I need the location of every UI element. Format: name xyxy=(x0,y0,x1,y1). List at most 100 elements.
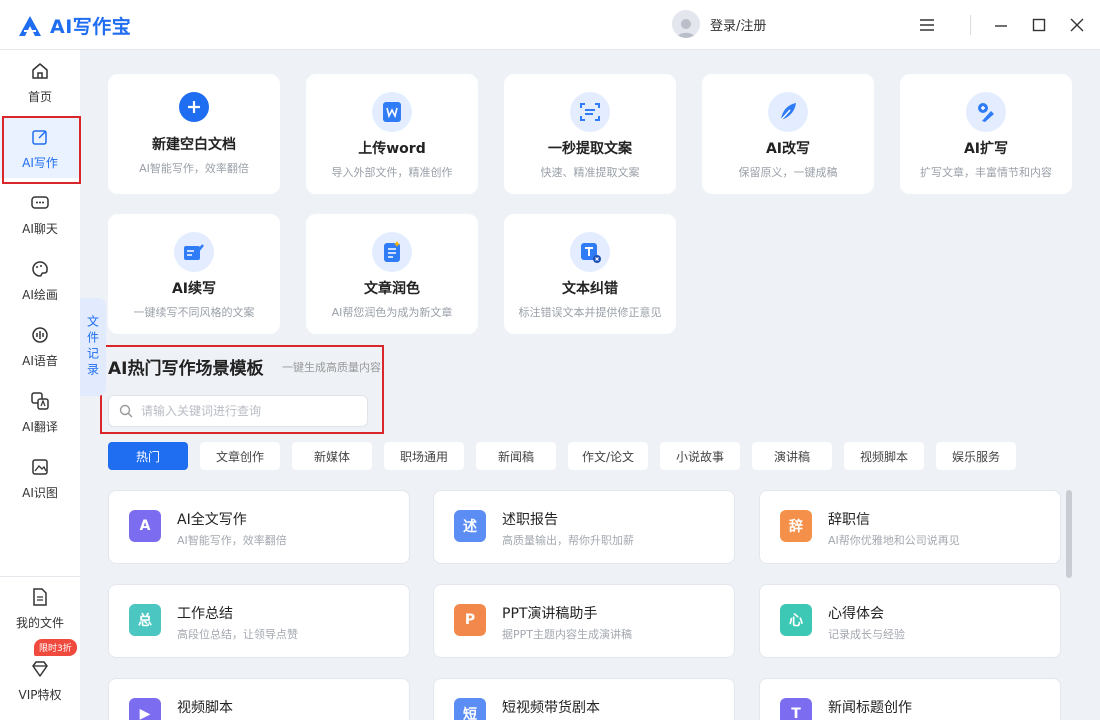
tool-title: 上传word xyxy=(358,141,426,157)
template-icon: ▶ xyxy=(129,698,161,720)
tool-desc: AI帮您润色为成为新文章 xyxy=(331,306,453,319)
plus-icon xyxy=(179,92,209,122)
login-button[interactable]: 登录/注册 xyxy=(672,10,766,38)
template-card[interactable]: 心 心得体会 记录成长与经验 xyxy=(759,584,1061,658)
tool-title: AI续写 xyxy=(171,281,217,297)
file-records-label: 文件记录 xyxy=(85,315,100,379)
chat-icon xyxy=(29,192,51,214)
tool-card-upload-word[interactable]: 上传word 导入外部文件，精准创作 xyxy=(306,74,478,194)
template-icon: 短 xyxy=(454,698,486,720)
sidebar-item-ai-write[interactable]: AI写作 xyxy=(0,118,80,178)
tag-workplace[interactable]: 职场通用 xyxy=(384,442,464,470)
sidebar-item-ai-image[interactable]: AI识图 xyxy=(0,448,80,508)
template-search[interactable] xyxy=(108,395,368,427)
sidebar-item-label: AI聊天 xyxy=(22,221,58,236)
tool-title: AI扩写 xyxy=(963,141,1009,157)
tool-desc: 快速、精准提取文案 xyxy=(540,166,640,179)
sidebar-item-home[interactable]: 首页 xyxy=(0,52,80,112)
file-records-tab[interactable]: 文件记录 xyxy=(80,298,106,396)
sidebar-item-my-files[interactable]: 我的文件 xyxy=(0,578,80,638)
tag-video-script[interactable]: 视频脚本 xyxy=(844,442,924,470)
search-input[interactable] xyxy=(141,404,351,418)
correct-icon xyxy=(570,232,610,272)
translate-icon xyxy=(29,390,51,412)
minimize-icon[interactable] xyxy=(990,14,1012,36)
tool-card-new-doc[interactable]: 新建空白文档 AI智能写作，效率翻倍 xyxy=(108,74,280,194)
title-bar: AI写作宝 登录/注册 xyxy=(0,0,1100,50)
file-icon xyxy=(29,586,51,608)
tag-speech[interactable]: 演讲稿 xyxy=(752,442,832,470)
tool-card-rewrite[interactable]: AI改写 保留原义，一键成稿 xyxy=(702,74,874,194)
sidebar-item-label: AI写作 xyxy=(22,155,58,170)
tag-article[interactable]: 文章创作 xyxy=(200,442,280,470)
word-icon xyxy=(372,92,412,132)
tool-desc: 导入外部文件，精准创作 xyxy=(331,166,453,179)
template-icon: A xyxy=(129,510,161,542)
sidebar-item-label: AI翻译 xyxy=(22,419,58,434)
template-card[interactable]: 述 述职报告 高质量输出，帮你升职加薪 xyxy=(433,490,735,564)
template-title: 工作总结 xyxy=(177,606,233,622)
close-icon[interactable] xyxy=(1066,14,1088,36)
tag-essay[interactable]: 作文/论文 xyxy=(568,442,648,470)
sidebar: 首页 AI写作 AI聊天 AI绘画 AI语音 AI翻译 AI识图 我的文件 VI… xyxy=(0,50,80,720)
tool-title: 文本纠错 xyxy=(562,281,618,297)
image-icon xyxy=(29,456,51,478)
divider xyxy=(970,15,971,35)
template-card[interactable]: 总 工作总结 高段位总结，让领导点赞 xyxy=(108,584,410,658)
template-card[interactable]: T 新闻标题创作 xyxy=(759,678,1061,720)
write-icon xyxy=(29,126,51,148)
template-icon: 述 xyxy=(454,510,486,542)
sidebar-item-label: AI识图 xyxy=(22,485,58,500)
sidebar-item-ai-voice[interactable]: AI语音 xyxy=(0,316,80,376)
template-desc: AI帮你优雅地和公司说再见 xyxy=(828,534,960,547)
tool-card-correct[interactable]: 文本纠错 标注错误文本并提供修正意见 xyxy=(504,214,676,334)
sidebar-item-label: 首页 xyxy=(27,89,52,104)
logo-icon xyxy=(19,15,41,36)
tag-novel[interactable]: 小说故事 xyxy=(660,442,740,470)
tool-desc: 标注错误文本并提供修正意见 xyxy=(518,306,662,319)
template-icon: 总 xyxy=(129,604,161,636)
vip-badge: 限时3折 xyxy=(34,639,77,656)
template-desc: 据PPT主题内容生成演讲稿 xyxy=(502,628,632,641)
tool-card-polish[interactable]: 文章润色 AI帮您润色为成为新文章 xyxy=(306,214,478,334)
palette-icon xyxy=(29,258,51,280)
polish-icon xyxy=(372,232,412,272)
sidebar-item-ai-translate[interactable]: AI翻译 xyxy=(0,382,80,442)
tool-desc: 扩写文章，丰富情节和内容 xyxy=(920,166,1052,179)
tool-card-extract-text[interactable]: 一秒提取文案 快速、精准提取文案 xyxy=(504,74,676,194)
tool-card-continue[interactable]: AI续写 一键续写不同风格的文案 xyxy=(108,214,280,334)
continue-icon xyxy=(174,232,214,272)
login-label: 登录/注册 xyxy=(710,18,767,34)
tool-desc: 一键续写不同风格的文案 xyxy=(133,306,255,319)
template-title: 心得体会 xyxy=(828,606,884,622)
template-title: PPT演讲稿助手 xyxy=(502,606,598,622)
tag-news[interactable]: 新闻稿 xyxy=(476,442,556,470)
template-card[interactable]: A AI全文写作 AI智能写作，效率翻倍 xyxy=(108,490,410,564)
tool-desc: AI智能写作，效率翻倍 xyxy=(139,162,249,175)
sidebar-item-vip[interactable]: VIP特权 xyxy=(0,650,80,710)
scrollbar-thumb[interactable] xyxy=(1066,490,1072,578)
menu-icon[interactable] xyxy=(916,14,938,36)
tool-title: AI改写 xyxy=(765,141,811,157)
template-title: 短视频带货剧本 xyxy=(502,700,600,716)
tag-entertainment[interactable]: 娱乐服务 xyxy=(936,442,1016,470)
template-card[interactable]: ▶ 视频脚本 xyxy=(108,678,410,720)
template-desc: AI智能写作，效率翻倍 xyxy=(177,534,287,547)
template-card[interactable]: 短 短视频带货剧本 xyxy=(433,678,735,720)
sidebar-item-ai-chat[interactable]: AI聊天 xyxy=(0,184,80,244)
tool-title: 文章润色 xyxy=(364,281,420,297)
sidebar-item-label: AI语音 xyxy=(22,353,58,368)
template-card[interactable]: P PPT演讲稿助手 据PPT主题内容生成演讲稿 xyxy=(433,584,735,658)
sidebar-item-ai-paint[interactable]: AI绘画 xyxy=(0,250,80,310)
tag-new-media[interactable]: 新媒体 xyxy=(292,442,372,470)
feather-icon xyxy=(768,92,808,132)
voice-icon xyxy=(29,324,51,346)
sidebar-item-label: AI绘画 xyxy=(22,287,58,302)
template-card[interactable]: 辞 辞职信 AI帮你优雅地和公司说再见 xyxy=(759,490,1061,564)
scan-icon xyxy=(570,92,610,132)
template-title: 辞职信 xyxy=(828,512,870,528)
tool-card-expand[interactable]: AI扩写 扩写文章，丰富情节和内容 xyxy=(900,74,1072,194)
maximize-icon[interactable] xyxy=(1028,14,1050,36)
sidebar-item-label: 我的文件 xyxy=(15,615,64,630)
tag-hot[interactable]: 热门 xyxy=(108,442,188,470)
